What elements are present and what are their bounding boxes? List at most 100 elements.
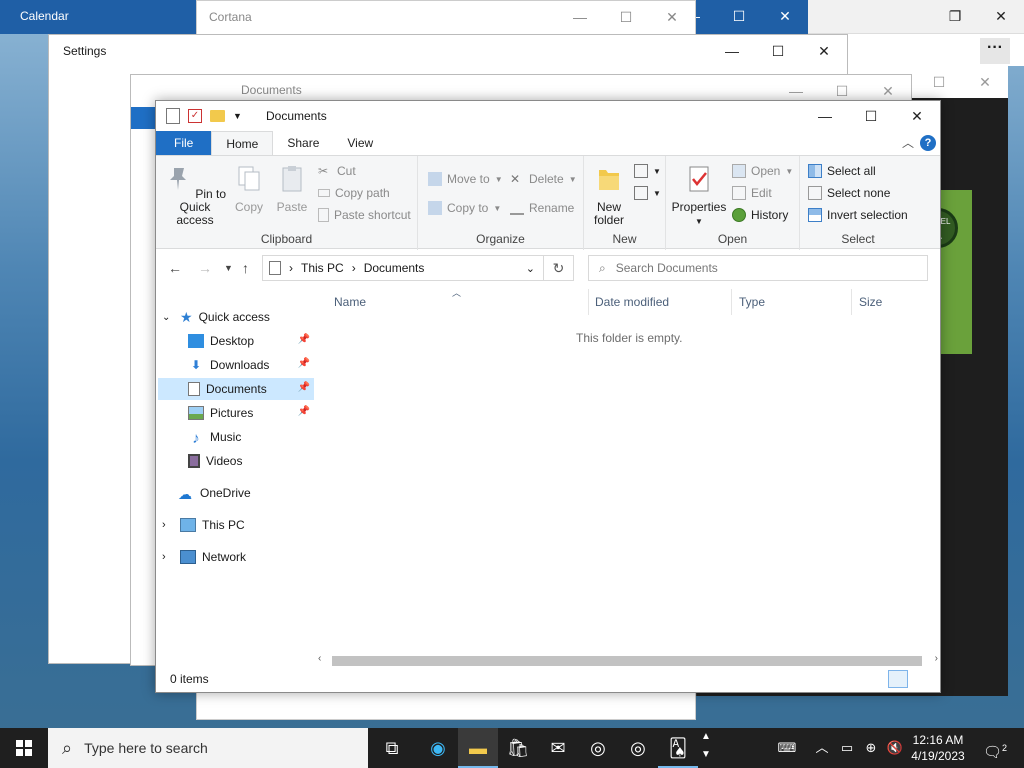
search-input[interactable]: Search Documents [616, 261, 718, 275]
delete-button[interactable]: ✕ Delete ▼ [510, 172, 577, 186]
easy-access-button[interactable]: ▼ [634, 186, 661, 200]
tab-share[interactable]: Share [273, 131, 333, 155]
column-divider[interactable] [588, 289, 589, 315]
scroll-right-icon[interactable]: › [935, 653, 938, 664]
paste-shortcut-button[interactable]: Paste shortcut [318, 208, 411, 222]
expand-chevron-icon[interactable]: ⌄ [162, 312, 174, 323]
file-explorer-taskbar-icon[interactable]: ▬ [458, 728, 498, 768]
address-dropdown-chevron-icon[interactable]: ⌄ [526, 262, 535, 275]
copy-path-button[interactable]: Copy path [318, 186, 390, 200]
column-type[interactable]: Type [739, 295, 765, 309]
close-icon[interactable]: ✕ [649, 1, 695, 33]
breadcrumb-this-pc[interactable]: This PC [301, 261, 344, 275]
history-button[interactable]: History [732, 208, 788, 222]
select-none-button[interactable]: Select none [808, 186, 890, 200]
properties-icon[interactable] [166, 108, 180, 124]
refresh-button[interactable]: ↻ [544, 255, 574, 281]
solitaire-icon[interactable]: 🂡 [658, 728, 698, 768]
background-window-titlebar[interactable]: ❐ ✕ [808, 0, 1024, 34]
nav-videos[interactable]: Videos [158, 450, 314, 472]
expand-chevron-icon[interactable]: › [162, 551, 174, 563]
column-size[interactable]: Size [859, 295, 882, 309]
address-bar[interactable]: › This PC › Documents ⌄ [262, 255, 544, 281]
new-folder-icon[interactable] [210, 110, 225, 122]
edit-button[interactable]: Edit [732, 186, 772, 200]
tab-home[interactable]: Home [211, 131, 274, 155]
nav-documents[interactable]: Documents 📌 [158, 378, 314, 400]
close-icon[interactable]: ✕ [962, 66, 1008, 98]
maximize-icon[interactable]: ☐ [716, 0, 762, 34]
column-divider[interactable] [731, 289, 732, 315]
properties-button[interactable]: Properties ▼ [670, 164, 728, 228]
minimize-icon[interactable]: — [557, 1, 603, 33]
nav-this-pc[interactable]: › This PC [162, 514, 312, 536]
close-button[interactable]: ✕ [894, 101, 940, 131]
maximize-icon[interactable]: ☐ [603, 1, 649, 33]
copy-button[interactable]: Copy [232, 164, 266, 214]
microsoft-store-icon[interactable]: 🛍 [498, 728, 538, 768]
details-view-icon[interactable] [888, 670, 908, 688]
column-date-modified[interactable]: Date modified [595, 295, 669, 309]
explorer-titlebar[interactable]: ✓ ▼ Documents — ☐ ✕ [156, 101, 940, 131]
file-explorer-window[interactable]: ✓ ▼ Documents — ☐ ✕ File Home Share View… [155, 100, 941, 693]
more-options-icon[interactable]: ··· [980, 38, 1010, 64]
scrollbar-thumb[interactable] [332, 656, 922, 666]
checkmark-icon[interactable]: ✓ [188, 109, 202, 123]
background-window-titlebar-2[interactable]: ··· [846, 34, 1024, 66]
nav-network[interactable]: › Network [162, 546, 312, 568]
close-icon[interactable]: ✕ [801, 35, 847, 67]
taskbar-search[interactable]: ⌕ Type here to search [48, 728, 368, 768]
horizontal-scrollbar[interactable]: ‹ › [316, 653, 940, 669]
rename-button[interactable]: Rename [510, 201, 574, 215]
meet-now-icon[interactable]: ▭ [836, 728, 858, 768]
close-icon[interactable]: ✕ [762, 0, 808, 34]
task-view-icon[interactable]: ⧉ [372, 728, 412, 768]
new-folder-button[interactable]: New folder [588, 164, 630, 227]
minimize-icon[interactable]: — [709, 35, 755, 67]
tab-file[interactable]: File [156, 131, 212, 155]
nav-desktop[interactable]: Desktop 📌 [158, 330, 314, 352]
back-arrow-icon[interactable]: ← [168, 260, 182, 276]
invert-selection-button[interactable]: Invert selection [808, 208, 908, 222]
taskbar-scroll-icon[interactable]: ▲ ▼ [696, 728, 716, 768]
touch-keyboard-icon[interactable]: ⌨ [772, 728, 802, 768]
edge-browser-icon[interactable]: ◉ [418, 728, 458, 768]
expand-chevron-icon[interactable]: › [162, 519, 174, 531]
select-all-button[interactable]: Select all [808, 164, 876, 178]
webcam-app-icon[interactable]: ◎ [578, 728, 618, 768]
nav-downloads[interactable]: ⬇ Downloads 📌 [158, 354, 314, 376]
nav-quick-access[interactable]: ⌄ ★ Quick access [162, 306, 312, 328]
scroll-left-icon[interactable]: ‹ [318, 653, 321, 664]
restore-icon[interactable]: ❐ [932, 0, 978, 33]
nav-onedrive[interactable]: ☁ OneDrive [178, 482, 314, 504]
start-button[interactable] [0, 728, 48, 768]
maximize-icon[interactable]: ☐ [916, 66, 962, 98]
breadcrumb-documents[interactable]: Documents [364, 261, 425, 275]
cut-button[interactable]: ✂ Cut [318, 164, 356, 178]
notification-center-icon[interactable]: 🗨2 [980, 728, 1010, 768]
tab-view[interactable]: View [333, 131, 387, 155]
column-name[interactable]: Name [334, 295, 366, 309]
pin-to-quick-access-button[interactable]: Pin to Quick access [162, 164, 228, 227]
volume-muted-icon[interactable]: 🔇 [884, 728, 906, 768]
forward-arrow-icon[interactable]: → [198, 260, 212, 276]
globe-network-icon[interactable]: ⊕ [860, 728, 882, 768]
help-icon[interactable]: ? [920, 135, 936, 151]
move-to-button[interactable]: Move to ▼ [428, 172, 503, 186]
nav-music[interactable]: ♪ Music [158, 426, 314, 448]
paste-button[interactable]: Paste [274, 164, 310, 214]
taskbar-search-input[interactable]: Type here to search [84, 740, 208, 756]
customize-toolbar-chevron-icon[interactable]: ▼ [233, 111, 242, 121]
mail-icon[interactable]: ✉ [538, 728, 578, 768]
minimize-button[interactable]: — [802, 101, 848, 131]
up-arrow-icon[interactable]: ↑ [242, 260, 249, 276]
clock[interactable]: 12:16 AM 4/19/2023 [906, 732, 970, 764]
search-box[interactable]: ⌕ Search Documents [588, 255, 928, 281]
new-item-button[interactable]: ▼ [634, 164, 661, 178]
maximize-icon[interactable]: ☐ [755, 35, 801, 67]
nav-pictures[interactable]: Pictures 📌 [158, 402, 314, 424]
open-button[interactable]: Open ▼ [732, 164, 793, 178]
collapse-ribbon-chevron-icon[interactable]: ︿ [896, 131, 920, 155]
copy-to-button[interactable]: Copy to ▼ [428, 201, 501, 215]
close-icon[interactable]: ✕ [978, 0, 1024, 33]
